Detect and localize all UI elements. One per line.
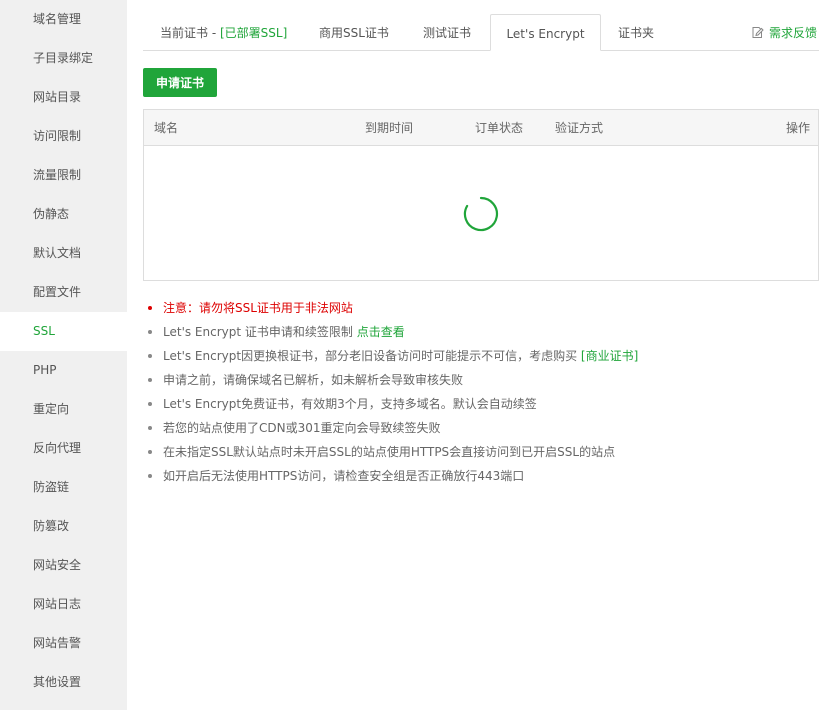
note-text: Let's Encrypt 证书申请和续签限制	[163, 325, 357, 339]
sidebar-item-site-security[interactable]: 网站安全	[0, 546, 127, 585]
column-header-actions: 操作	[785, 121, 810, 135]
sidebar-item-other-settings[interactable]: 其他设置	[0, 663, 127, 702]
sidebar-item-default-document[interactable]: 默认文档	[0, 234, 127, 273]
sidebar-item-site-alerts[interactable]: 网站告警	[0, 624, 127, 663]
tab-lets-encrypt[interactable]: Let's Encrypt	[490, 14, 601, 51]
tab-bar: 当前证书 - [已部署SSL] 商用SSL证书 测试证书 Let's Encry…	[143, 14, 819, 51]
sidebar-item-site-logs[interactable]: 网站日志	[0, 585, 127, 624]
certificate-table: 域名 到期时间 订单状态 验证方式 操作	[143, 109, 819, 281]
column-header-order-status: 订单状态	[475, 121, 524, 135]
sidebar-item-site-directory[interactable]: 网站目录	[0, 78, 127, 117]
note-text: 若您的站点使用了CDN或301重定向会导致续签失败	[163, 421, 441, 435]
tab-certificate-folder[interactable]: 证书夹	[618, 14, 654, 51]
sidebar-item-redirect[interactable]: 重定向	[0, 390, 127, 429]
view-limits-link[interactable]: 点击查看	[357, 325, 405, 339]
sidebar-item-ssl[interactable]: SSL	[0, 312, 127, 351]
note-dns-resolution: 申请之前，请确保域名已解析，如未解析会导致审核失败	[143, 368, 819, 392]
note-cdn-redirect: 若您的站点使用了CDN或301重定向会导致续签失败	[143, 416, 819, 440]
sidebar: 域名管理 子目录绑定 网站目录 访问限制 流量限制 伪静态 默认文档 配置文件 …	[0, 0, 127, 710]
note-text: 注意：请勿将SSL证书用于非法网站	[163, 301, 353, 315]
main-panel: 当前证书 - [已部署SSL] 商用SSL证书 测试证书 Let's Encry…	[127, 0, 835, 710]
note-validity: Let's Encrypt免费证书，有效期3个月，支持多域名。默认会自动续签	[143, 392, 819, 416]
loading-spinner-icon	[463, 196, 499, 232]
note-warning: 注意：请勿将SSL证书用于非法网站	[143, 296, 819, 320]
sidebar-item-subdirectory-binding[interactable]: 子目录绑定	[0, 39, 127, 78]
note-default-site: 在未指定SSL默认站点时未开启SSL的站点使用HTTPS会直接访问到已开启SSL…	[143, 440, 819, 464]
note-text: 申请之前，请确保域名已解析，如未解析会导致审核失败	[163, 373, 464, 387]
sidebar-item-reverse-proxy[interactable]: 反向代理	[0, 429, 127, 468]
tab-commercial-ssl[interactable]: 商用SSL证书	[319, 14, 389, 51]
note-text: Let's Encrypt因更换根证书，部分老旧设备访问时可能提示不可信，考虑购…	[163, 349, 581, 363]
feedback-link[interactable]: 需求反馈	[751, 14, 817, 51]
sidebar-item-domain-management[interactable]: 域名管理	[0, 0, 127, 39]
sidebar-item-rewrite[interactable]: 伪静态	[0, 195, 127, 234]
tab-current-certificate-label: 当前证书 -	[160, 26, 220, 40]
note-text: Let's Encrypt免费证书，有效期3个月，支持多域名。默认会自动续签	[163, 397, 537, 411]
feedback-label: 需求反馈	[768, 26, 817, 40]
tab-test-certificate[interactable]: 测试证书	[423, 14, 471, 51]
note-text: 在未指定SSL默认站点时未开启SSL的站点使用HTTPS会直接访问到已开启SSL…	[163, 445, 616, 459]
sidebar-item-tamper-protection[interactable]: 防篡改	[0, 507, 127, 546]
commercial-certificate-link[interactable]: [商业证书]	[581, 349, 638, 363]
sidebar-item-php[interactable]: PHP	[0, 351, 127, 390]
sidebar-item-traffic-limit[interactable]: 流量限制	[0, 156, 127, 195]
sidebar-item-access-restriction[interactable]: 访问限制	[0, 117, 127, 156]
ssl-deployed-status: [已部署SSL]	[219, 26, 288, 40]
column-header-domain: 域名	[154, 121, 179, 135]
column-header-expire-time: 到期时间	[365, 121, 414, 135]
sidebar-item-config-file[interactable]: 配置文件	[0, 273, 127, 312]
note-security-group: 如开启后无法使用HTTPS访问，请检查安全组是否正确放行443端口	[143, 464, 819, 488]
edit-icon	[752, 27, 764, 38]
table-header: 域名 到期时间 订单状态 验证方式 操作	[144, 110, 818, 146]
note-rate-limit: Let's Encrypt 证书申请和续签限制 点击查看	[143, 320, 819, 344]
note-text: 如开启后无法使用HTTPS访问，请检查安全组是否正确放行443端口	[163, 469, 525, 483]
apply-certificate-button[interactable]: 申请证书	[143, 68, 217, 97]
note-root-certificate: Let's Encrypt因更换根证书，部分老旧设备访问时可能提示不可信，考虑购…	[143, 344, 819, 368]
sidebar-item-hotlink-protection[interactable]: 防盗链	[0, 468, 127, 507]
column-header-verify-method: 验证方式	[555, 121, 604, 135]
tab-current-certificate[interactable]: 当前证书 - [已部署SSL]	[160, 14, 287, 51]
notes-list: 注意：请勿将SSL证书用于非法网站 Let's Encrypt 证书申请和续签限…	[143, 296, 819, 488]
